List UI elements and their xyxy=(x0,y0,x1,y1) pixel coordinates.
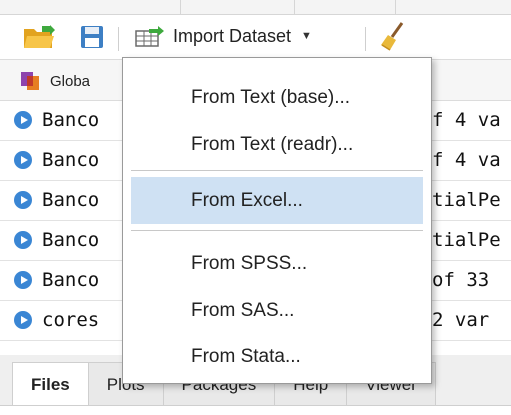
top-tab-segment[interactable] xyxy=(295,0,396,14)
dropdown-caret-icon: ▼ xyxy=(301,30,312,42)
import-dataset-button[interactable]: Import Dataset ▼ xyxy=(135,25,312,47)
clear-workspace-button[interactable] xyxy=(380,21,406,51)
import-dataset-menu: From Text (base)... From Text (readr)...… xyxy=(122,57,432,384)
top-tab-segment[interactable] xyxy=(0,0,181,14)
menu-item-from-stata[interactable]: From Stata... xyxy=(131,333,423,380)
expand-object-icon[interactable] xyxy=(14,271,32,289)
object-value: of 33 xyxy=(432,269,490,291)
expand-object-icon[interactable] xyxy=(14,191,32,209)
tab-files[interactable]: Files xyxy=(12,362,89,407)
menu-item-label: From SPSS... xyxy=(191,252,308,274)
object-value: tialPe xyxy=(432,189,501,211)
menu-item-from-text-base[interactable]: From Text (base)... xyxy=(131,74,423,121)
broom-icon xyxy=(381,22,404,51)
object-value: f 4 va xyxy=(432,109,501,131)
menu-item-from-spss[interactable]: From SPSS... xyxy=(131,240,423,287)
object-name: Banco xyxy=(42,149,100,171)
menu-item-from-sas[interactable]: From SAS... xyxy=(131,287,423,334)
save-icon xyxy=(81,26,103,48)
tab-files-label: Files xyxy=(31,375,70,394)
menu-item-label: From Excel... xyxy=(191,189,303,211)
menu-item-label: From Text (readr)... xyxy=(191,133,354,155)
expand-object-icon[interactable] xyxy=(14,231,32,249)
files-pane-top xyxy=(0,405,511,415)
toolbar-separator xyxy=(118,27,119,51)
toolbar-separator xyxy=(365,27,366,51)
top-tab-segment[interactable] xyxy=(181,0,295,14)
expand-object-icon[interactable] xyxy=(14,311,32,329)
open-workspace-button[interactable] xyxy=(22,24,56,50)
menu-item-from-excel[interactable]: From Excel... xyxy=(131,177,423,224)
object-name: cores xyxy=(42,309,100,331)
object-name: Banco xyxy=(42,189,100,211)
object-name: Banco xyxy=(42,269,100,291)
object-value: 2 var xyxy=(432,309,490,331)
top-tab-strip xyxy=(0,0,511,15)
save-workspace-button[interactable] xyxy=(80,25,104,49)
import-dataset-label: Import Dataset xyxy=(173,25,292,46)
menu-separator xyxy=(131,230,423,231)
menu-item-label: From Stata... xyxy=(191,345,301,367)
object-value: tialPe xyxy=(432,229,501,251)
menu-item-from-text-readr[interactable]: From Text (readr)... xyxy=(131,121,423,168)
open-folder-icon xyxy=(24,25,55,48)
object-name: Banco xyxy=(42,229,100,251)
object-name: Banco xyxy=(42,109,100,131)
object-value: f 4 va xyxy=(432,149,501,171)
menu-item-label: From SAS... xyxy=(191,299,295,321)
import-table-icon xyxy=(135,26,164,47)
environment-scope-label[interactable]: Globa xyxy=(50,73,90,90)
environment-toolbar: Import Dataset ▼ xyxy=(0,15,511,60)
menu-separator xyxy=(131,170,423,171)
menu-item-label: From Text (base)... xyxy=(191,86,351,108)
environment-icon xyxy=(21,72,39,90)
rstudio-environment-pane: Import Dataset ▼ Globa Banco f 4 va Banc… xyxy=(0,0,511,415)
expand-object-icon[interactable] xyxy=(14,111,32,129)
expand-object-icon[interactable] xyxy=(14,151,32,169)
